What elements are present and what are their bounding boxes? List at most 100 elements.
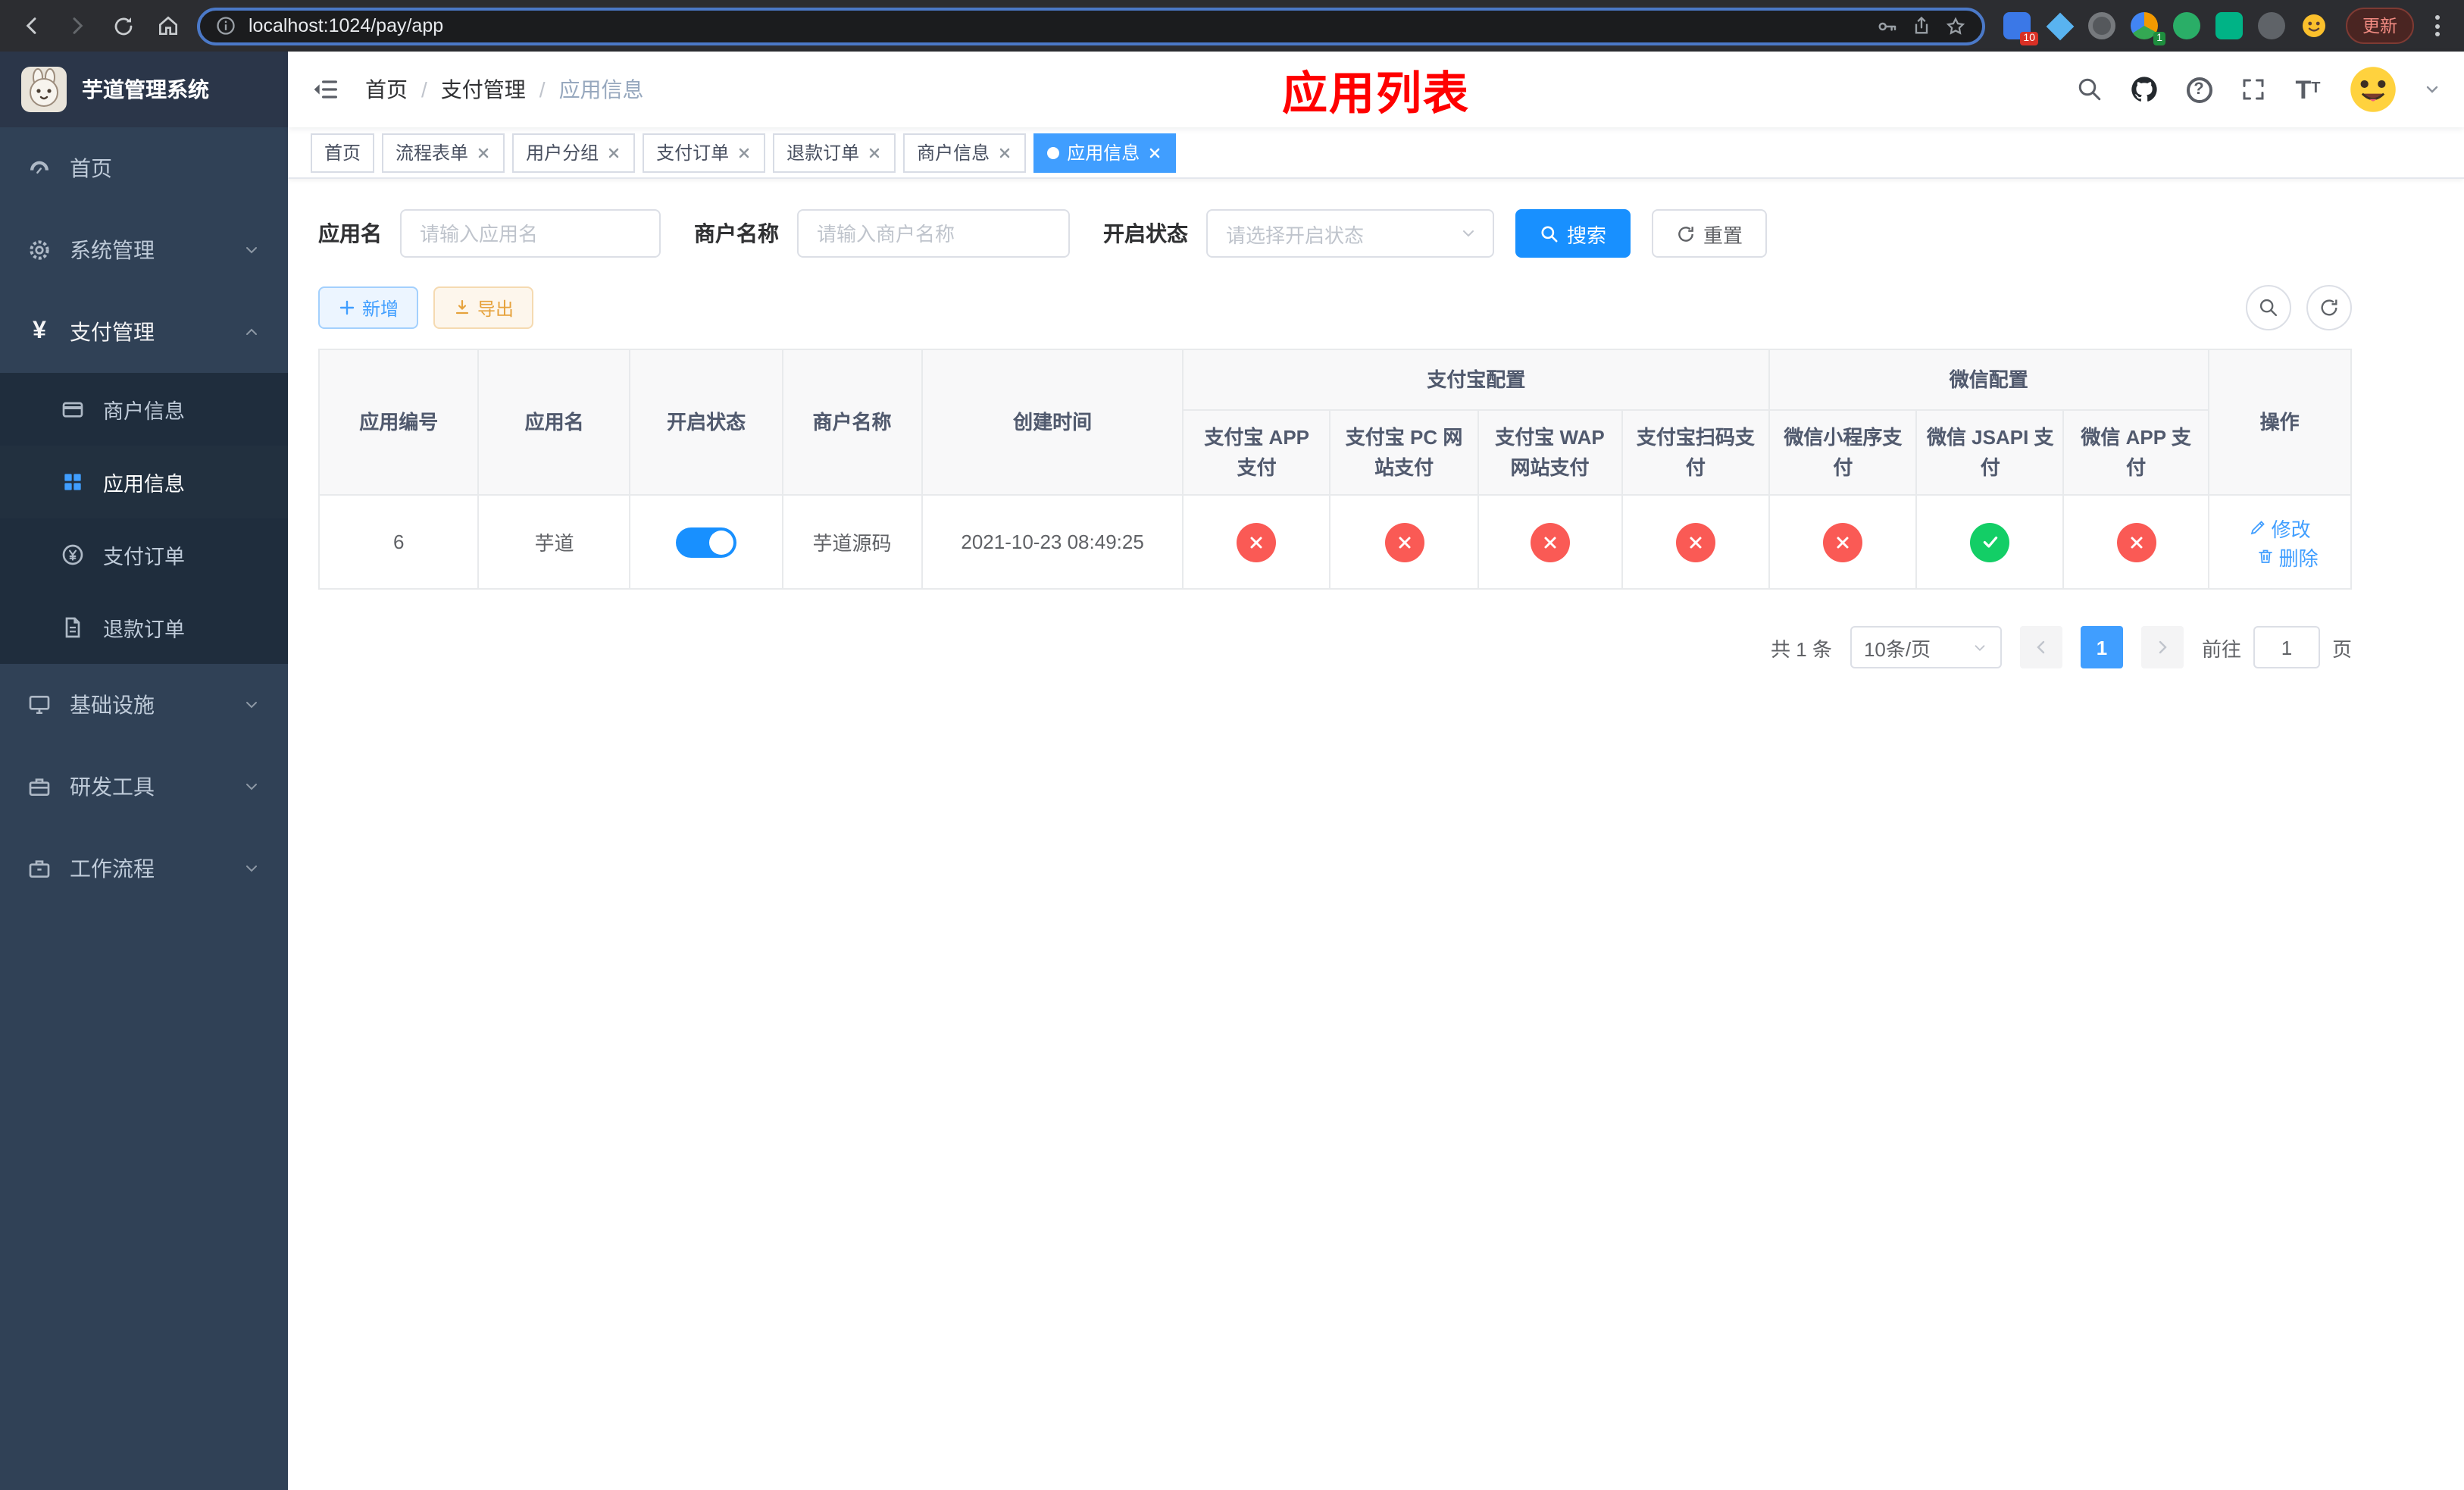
password-key-icon[interactable]	[1876, 14, 1899, 37]
app-name-input[interactable]	[400, 209, 661, 258]
extension-icon[interactable]	[2173, 12, 2200, 39]
goto-page-input[interactable]	[2253, 626, 2320, 668]
extension-icon[interactable]	[2045, 11, 2074, 40]
font-size-icon[interactable]: TT	[2293, 74, 2323, 105]
chevron-up-icon	[242, 323, 261, 341]
breadcrumb-item[interactable]: 首页	[365, 74, 408, 105]
col-actions: 操作	[2207, 349, 2353, 496]
sidebar-item-label: 研发工具	[70, 775, 155, 799]
sidebar-item-dev-tools[interactable]: 研发工具	[0, 746, 288, 828]
wx-app-status-icon	[2116, 522, 2156, 562]
sidebar-item-home[interactable]: 首页	[0, 127, 288, 209]
extension-badge: 1	[2153, 32, 2165, 45]
breadcrumb-separator: /	[539, 77, 546, 102]
tab-process-form[interactable]: 流程表单	[382, 133, 505, 172]
bookmark-star-icon[interactable]	[1944, 14, 1967, 37]
col-group-wechat: 微信配置	[1768, 349, 2209, 411]
close-icon[interactable]	[1147, 145, 1162, 160]
chevron-down-icon	[242, 241, 261, 259]
merchant-name-input[interactable]	[797, 209, 1070, 258]
sidebar-item-app-info[interactable]: 应用信息	[0, 446, 288, 518]
export-button[interactable]: 导出	[433, 286, 534, 329]
logo-image	[21, 67, 67, 112]
close-icon[interactable]	[736, 145, 752, 160]
tab-user-group[interactable]: 用户分组	[512, 133, 636, 172]
col-wx-mini: 微信小程序支付	[1768, 409, 1918, 496]
sidebar-item-pay-order[interactable]: 支付订单	[0, 518, 288, 591]
delete-link[interactable]: 删除	[2256, 542, 2319, 571]
extension-icon[interactable]	[2258, 12, 2285, 39]
extension-badge: 10	[2020, 32, 2038, 45]
close-icon[interactable]	[606, 145, 621, 160]
sidebar-item-merchant-info[interactable]: 商户信息	[0, 373, 288, 446]
sidebar-item-payment[interactable]: ¥ 支付管理	[0, 291, 288, 373]
status-toggle[interactable]	[676, 527, 737, 557]
monitor-icon	[27, 693, 52, 717]
app-name-label: 应用名	[318, 221, 382, 246]
status-select[interactable]: 请选择开启状态	[1206, 209, 1494, 258]
col-group-alipay: 支付宝配置	[1182, 349, 1771, 411]
search-button[interactable]: 搜索	[1515, 209, 1631, 258]
tab-app-info[interactable]: 应用信息	[1033, 133, 1177, 172]
avatar-caret-icon[interactable]	[2423, 80, 2441, 99]
tab-home[interactable]: 首页	[311, 133, 375, 172]
url-text[interactable]: localhost:1024/pay/app	[249, 15, 1864, 36]
sidebar-logo[interactable]: 芋道管理系统	[0, 52, 288, 127]
profile-avatar-icon[interactable]	[2300, 12, 2328, 39]
sidebar-item-infrastructure[interactable]: 基础设施	[0, 664, 288, 746]
tags-view-bar: 首页 流程表单 用户分组 支付订单 退款订单 商户信息 应用信息	[288, 127, 2464, 179]
sidebar-item-label: 支付订单	[103, 546, 185, 568]
extension-icon[interactable]	[2215, 12, 2243, 39]
tab-pay-order[interactable]: 支付订单	[643, 133, 766, 172]
reload-button[interactable]	[106, 9, 139, 42]
cell-actions: 修改 删除	[2207, 494, 2353, 590]
alipay-qr-status-icon	[1675, 522, 1715, 562]
dashboard-icon	[27, 156, 52, 180]
sidebar-item-workflow[interactable]: 工作流程	[0, 828, 288, 909]
reset-button[interactable]: 重置	[1652, 209, 1768, 258]
refresh-table-button[interactable]	[2306, 285, 2352, 330]
sidebar-item-label: 支付管理	[70, 320, 155, 344]
tab-merchant-info[interactable]: 商户信息	[903, 133, 1027, 172]
forward-button[interactable]	[61, 9, 94, 42]
site-info-icon[interactable]	[215, 15, 236, 36]
header-search-icon[interactable]	[2075, 74, 2105, 105]
refresh-icon	[2321, 299, 2337, 316]
chevron-down-icon	[242, 778, 261, 796]
edit-link[interactable]: 修改	[2249, 513, 2311, 542]
address-bar[interactable]: localhost:1024/pay/app	[197, 7, 1985, 45]
prev-page-button[interactable]	[2019, 626, 2062, 668]
edit-icon	[2250, 521, 2265, 535]
back-button[interactable]	[15, 9, 48, 42]
page-title: 应用列表	[1282, 70, 1470, 120]
home-button[interactable]	[152, 9, 185, 42]
chevron-down-icon	[1459, 224, 1477, 243]
sidebar-item-refund-order[interactable]: 退款订单	[0, 591, 288, 664]
help-icon[interactable]: ?	[2184, 74, 2214, 105]
page-number-button[interactable]: 1	[2080, 626, 2123, 668]
extension-icon[interactable]: 1	[2131, 12, 2165, 45]
grid-icon	[61, 470, 85, 494]
fullscreen-icon[interactable]	[2238, 74, 2269, 105]
sidebar-toggle-icon[interactable]	[311, 74, 341, 105]
sidebar-item-label: 基础设施	[70, 693, 155, 717]
browser-update-button[interactable]: 更新	[2346, 8, 2414, 44]
breadcrumb-item[interactable]: 支付管理	[441, 74, 526, 105]
next-page-button[interactable]	[2140, 626, 2184, 668]
extension-icon[interactable]: 10	[2003, 12, 2038, 45]
github-icon[interactable]	[2129, 74, 2159, 105]
extension-icon[interactable]	[2088, 12, 2115, 39]
share-icon[interactable]	[1911, 15, 1932, 36]
close-icon[interactable]	[867, 145, 882, 160]
page-size-select[interactable]: 10条/页	[1850, 626, 2002, 668]
toggle-search-button[interactable]	[2246, 285, 2291, 330]
sidebar-item-system[interactable]: 系统管理	[0, 209, 288, 291]
browser-menu-button[interactable]	[2426, 15, 2449, 36]
document-icon	[61, 615, 85, 640]
close-icon[interactable]	[476, 145, 491, 160]
tab-refund-order[interactable]: 退款订单	[773, 133, 896, 172]
close-icon[interactable]	[997, 145, 1012, 160]
user-avatar[interactable]	[2347, 64, 2399, 115]
goto-label: 前往	[2201, 637, 2241, 660]
add-button[interactable]: 新增	[318, 286, 419, 329]
